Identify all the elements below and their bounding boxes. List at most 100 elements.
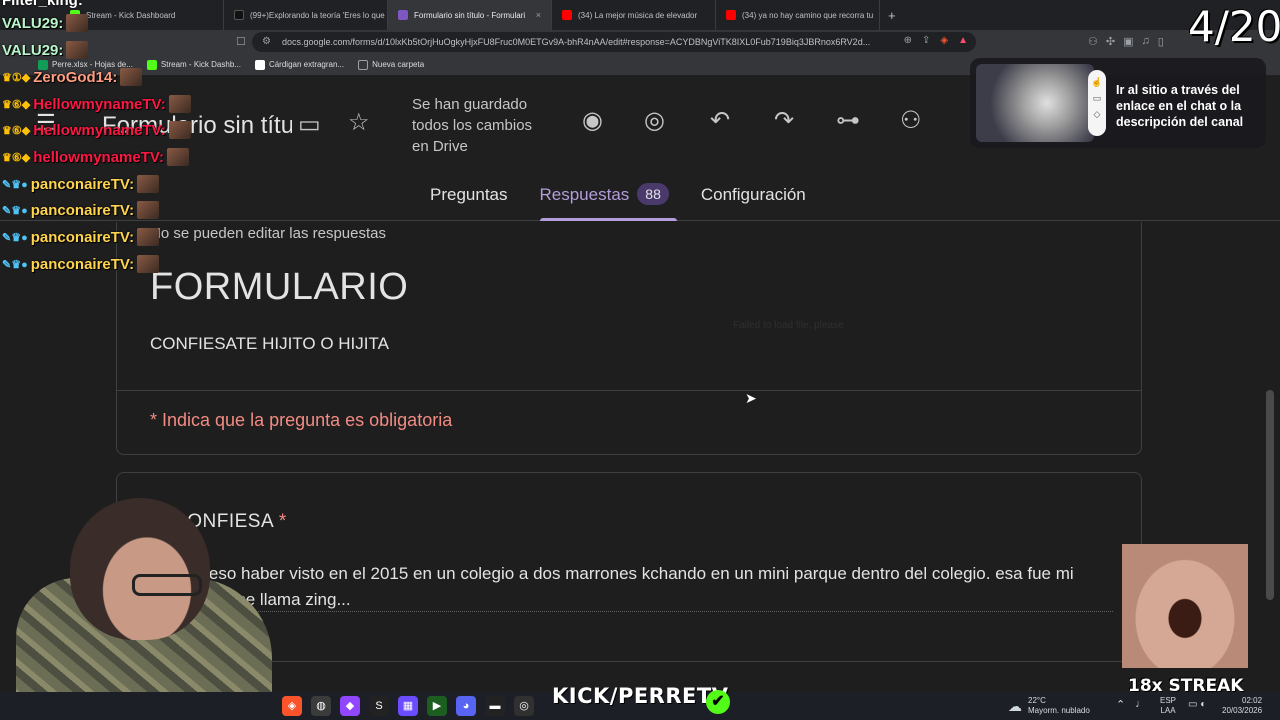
chat-user: VALU29: [2, 14, 64, 32]
close-tab-icon[interactable]: × [536, 10, 541, 20]
webcam-head [70, 498, 210, 640]
folder-icon[interactable]: ▭ [298, 110, 321, 139]
site-info-icon[interactable]: ⚙ [262, 36, 271, 47]
tab-title: Formulario sin título - Formulari [414, 10, 526, 20]
tab-google-forms[interactable]: Formulario sin título - Formulari × [388, 0, 552, 30]
badge-icons: ✎♛● [2, 204, 28, 217]
kick-brand-text: KICK/PERRETV [552, 684, 729, 708]
media-icon[interactable]: ♫ [1142, 35, 1150, 48]
tab-youtube-music[interactable]: (34) La mejor música de elevador [552, 0, 716, 30]
palette-icon[interactable]: ◉ [582, 106, 603, 135]
puzzle-icon[interactable]: ✣ [1106, 35, 1115, 48]
required-note: * Indica que la pregunta es obligatoria [150, 410, 453, 430]
extension-icons: ⚇ ✣ ▣ ♫ ▯ [1088, 35, 1164, 48]
redo-icon[interactable]: ↷ [774, 106, 794, 135]
editor-app-icon[interactable]: S [369, 696, 389, 716]
chat-user: panconaireTV: [30, 228, 135, 246]
saved-status: Se han guardado todos los cambios en Dri… [412, 96, 533, 155]
extension-icon[interactable]: ⚇ [1088, 35, 1098, 48]
stream-chat-overlay: Filter_king: VALU29: VALU29: ♛①◆ ZeroGod… [0, 0, 220, 280]
badge-icons: ✎♛● [2, 178, 28, 191]
forms-favicon-icon [398, 10, 408, 20]
cloud-icon: ☁ [1008, 697, 1022, 714]
chat-user: hellowmynameTV: [33, 148, 165, 166]
tab-title: (34) ya no hay camino que recorra tu [742, 10, 874, 20]
chat-user: panconaireTV: [30, 255, 135, 273]
chat-line: VALU29: [2, 41, 89, 59]
badge-icons: ♛①◆ [2, 71, 31, 84]
screenshot-icon[interactable]: ▣ [1123, 35, 1133, 48]
chat-line: ♛⑥◆ HellowmynameTV: [2, 121, 191, 139]
weather-desc: Mayorm. nublado [1028, 706, 1090, 715]
emote-icon [66, 41, 89, 59]
brave-app-icon[interactable]: ◈ [282, 696, 302, 716]
preview-eye-icon[interactable]: ◎ [644, 106, 665, 135]
emote-icon [167, 148, 190, 166]
system-tray: ⌃ ♩ [1116, 698, 1146, 711]
taskbar-apps: ◈ ◍ ◆ S ▦ ▶ ◕ ▬ ◎ [282, 696, 534, 716]
brave-rewards-icon[interactable]: ▲ [958, 35, 968, 46]
zoom-icon[interactable]: ⊕ [904, 35, 912, 46]
undo-icon[interactable]: ↶ [710, 106, 730, 135]
chat-line: ✎♛● panconaireTV: [2, 201, 160, 219]
emote-icon [168, 121, 191, 139]
chat-user: HellowmynameTV: [33, 121, 166, 139]
taskbar-clock[interactable]: 02:02 20/03/2026 [1222, 696, 1262, 716]
weather-widget[interactable]: ☁ 22°C Mayorm. nublado [1008, 696, 1090, 716]
badge-icons: ♛⑥◆ [2, 151, 31, 164]
play-app-icon[interactable]: ▶ [427, 696, 447, 716]
bookmark-star-icon[interactable]: ☐ [236, 35, 246, 48]
chat-user: VALU29: [2, 41, 64, 59]
url-input[interactable]: ⚙ docs.google.com/forms/d/10lxKb5tOrjHuO… [252, 32, 976, 52]
verified-check-icon: ✔ [706, 690, 730, 714]
webcam-overlay [0, 492, 300, 720]
chat-line: VALU29: [2, 14, 89, 32]
tab-label: Configuración [700, 185, 806, 204]
chat-line: Filter_king: [2, 0, 83, 9]
discord-app-icon[interactable]: ◕ [456, 696, 476, 716]
star-icon[interactable]: ☆ [348, 108, 370, 137]
forms-tabs: Preguntas Respuestas 88 Configuración [430, 183, 838, 221]
tab-youtube-song[interactable]: (34) ya no hay camino que recorra tu [716, 0, 880, 30]
chrome-app-icon[interactable]: ◍ [311, 696, 331, 716]
tab-tiktok[interactable]: (99+)Explorando la teoría 'Eres lo que [224, 0, 388, 30]
tab-title: (34) La mejor música de elevador [578, 10, 698, 20]
emote-icon [137, 175, 160, 193]
mic-icon[interactable]: ♩ [1135, 698, 1146, 711]
sidebar-icon[interactable]: ▯ [1158, 35, 1164, 48]
language-indicator[interactable]: ESP LAA [1160, 696, 1176, 716]
tab-settings[interactable]: Configuración [701, 185, 806, 221]
network-icon[interactable]: ▭ ◐ [1188, 699, 1206, 710]
responses-count-badge: 88 [637, 183, 669, 205]
new-tab-button[interactable]: + [880, 8, 904, 23]
terminal-app-icon[interactable]: ▬ [485, 696, 505, 716]
webcam-glasses [132, 574, 202, 596]
promo-text: Ir al sitio a través del enlace en el ch… [1116, 83, 1244, 129]
twitch-app-icon[interactable]: ◆ [340, 696, 360, 716]
bookmark-folder[interactable]: Nueva carpeta [358, 59, 424, 70]
folder-icon [358, 59, 369, 70]
obs-app-icon[interactable]: ◎ [514, 696, 534, 716]
tab-questions[interactable]: Preguntas [430, 185, 508, 221]
chat-user: panconaireTV: [30, 175, 135, 193]
add-collaborator-icon[interactable]: ⚇ [900, 106, 922, 135]
grid-app-icon[interactable]: ▦ [398, 696, 418, 716]
emote-icon [137, 201, 160, 219]
badge-icons: ♛⑥◆ [2, 98, 31, 111]
lang-bottom: LAA [1160, 706, 1176, 715]
link-icon[interactable]: ⊶ [836, 106, 860, 135]
meme-image [1122, 544, 1248, 668]
tab-responses[interactable]: Respuestas 88 [539, 183, 678, 221]
share-icon[interactable]: ⇪ [922, 35, 930, 46]
tab-label: Respuestas [539, 185, 630, 204]
weather-temp: 22°C [1028, 696, 1046, 705]
mouse-cursor-icon: ➤ [745, 390, 757, 406]
promo-image [976, 64, 1094, 142]
chevron-up-icon[interactable]: ⌃ [1116, 698, 1125, 711]
bookmark-cardigan[interactable]: Cárdigan extragran... [254, 59, 344, 70]
page-scrollbar[interactable] [1266, 390, 1274, 600]
emote-icon [168, 95, 191, 113]
emote-icon [137, 228, 160, 246]
brave-shield-icon[interactable]: ◈ [940, 35, 948, 46]
clock-time: 02:02 [1242, 696, 1263, 705]
